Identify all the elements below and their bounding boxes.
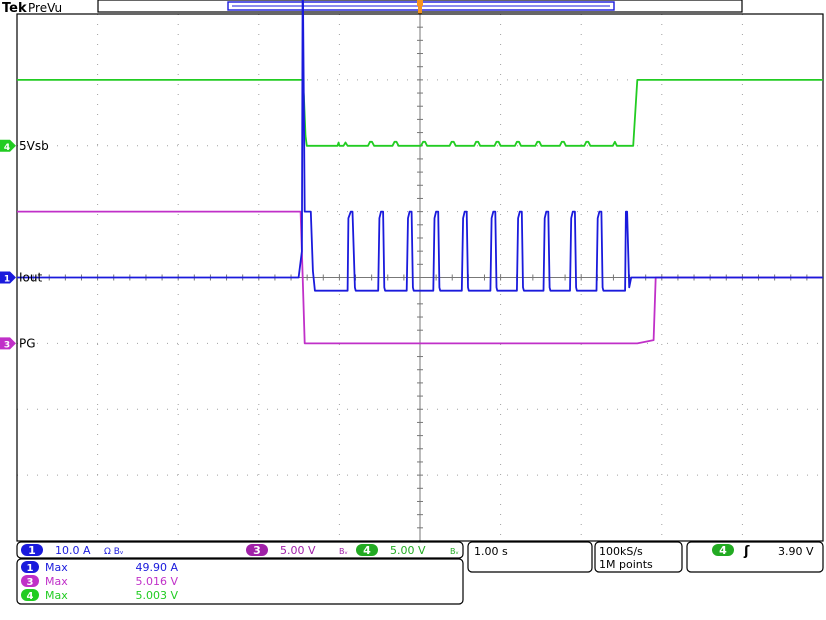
record-length: 1M points (599, 558, 653, 571)
ch3-coupling: Bᵥ (339, 547, 348, 556)
record-position-bar[interactable] (97, 0, 743, 14)
measurements-box[interactable] (16, 558, 464, 605)
trigger-channel-num: 4 (719, 544, 727, 557)
mode-label: PreVu (28, 1, 62, 15)
ch3-scale: 5.00 V (280, 544, 316, 557)
timebase-value: 1.00 s (474, 545, 508, 558)
measurement-badge-num: 3 (27, 577, 34, 588)
oscilloscope-screen: Tek PreVu 4 5Vsb3 PG1 Iout 1 10.0 A Ω Bᵥ 3 … (0, 0, 824, 605)
trigger-slope-icon: ʃ (743, 544, 750, 559)
ch4-coupling: Bᵥ (450, 547, 459, 556)
ch1-badge-num: 1 (28, 544, 36, 557)
marker-label: 5Vsb (19, 139, 49, 153)
measurement-badge-num: 1 (27, 563, 34, 574)
ch4-scale: 5.00 V (390, 544, 426, 557)
marker-channel-num: 1 (4, 275, 10, 285)
measurement-label: Max (45, 561, 68, 574)
measurement-value: 49.90 A (135, 561, 178, 574)
sample-rate: 100kS/s (599, 545, 643, 558)
trigger-level: 3.90 V (778, 545, 814, 558)
measurement-label: Max (45, 589, 68, 602)
measurement-label: Max (45, 575, 68, 588)
ch4-badge-num: 4 (363, 544, 371, 557)
marker-5vsb[interactable]: 4 5Vsb (0, 139, 49, 153)
marker-channel-num: 3 (4, 340, 10, 350)
marker-iout[interactable]: 1 Iout (0, 271, 42, 285)
measurement-value: 5.003 V (135, 589, 178, 602)
measurement-badge-num: 4 (27, 591, 34, 602)
marker-label: Iout (19, 271, 42, 285)
marker-label: PG (19, 336, 36, 350)
ch3-badge-num: 3 (253, 544, 261, 557)
marker-channel-num: 4 (4, 143, 10, 153)
channel-markers: 4 5Vsb 3 PG 1 Iout (0, 139, 49, 350)
ch1-scale: 10.0 A (55, 544, 91, 557)
status-bar: 1 10.0 A Ω Bᵥ 3 5.00 V Bᵥ 4 5.00 V Bᵥ 1.… (16, 541, 824, 605)
ch1-coupling: Ω Bᵥ (104, 547, 124, 557)
measurement-value: 5.016 V (135, 575, 178, 588)
